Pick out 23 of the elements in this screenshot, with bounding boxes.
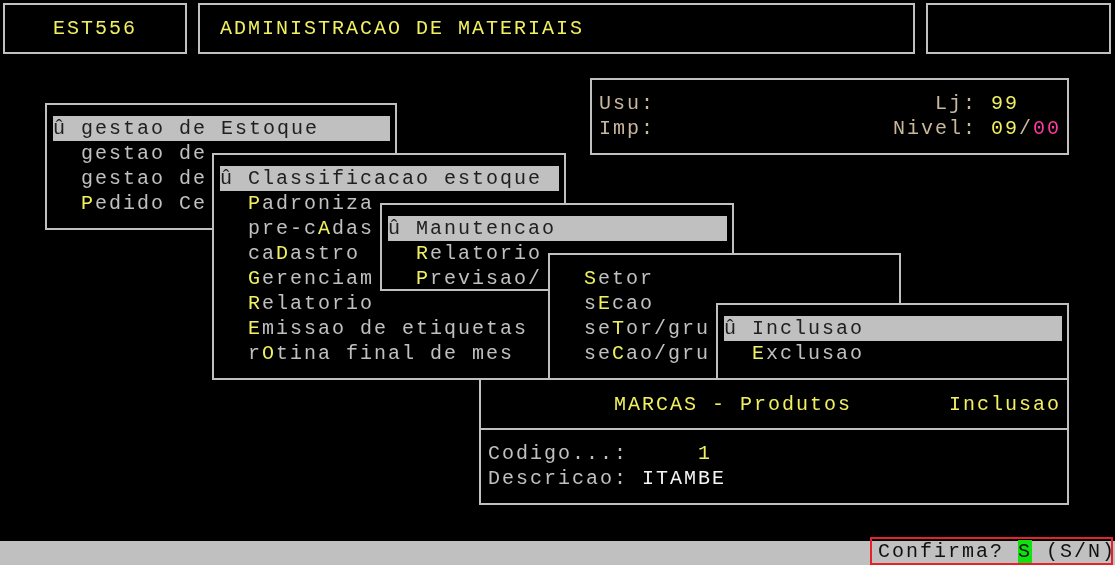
field-value: ITAMBE [642,466,727,491]
menu-item[interactable]: û gestao de Estoque [53,116,390,141]
answer-options: (S/N) [1046,539,1115,563]
field-label: Descricao: [488,466,629,491]
form-mode: Inclusao [949,392,1061,416]
menu-item[interactable]: û Inclusao [724,316,1062,341]
user-label: Usu: [599,91,655,116]
printer-label: Imp: [599,116,655,141]
menu-item[interactable]: û Manutencao [388,216,727,241]
store-value: 99 [990,91,1020,116]
field-value: 1 [697,441,713,466]
program-code: EST556 [53,17,137,40]
menu-item[interactable]: Exclusao [724,341,1062,366]
store-label: Lj: [934,91,977,116]
screen-title: ADMINISTRACAO DE MATERIAIS [220,17,585,40]
answer-field[interactable]: S [1018,539,1033,563]
level-label: Nivel: [892,116,977,141]
field-label: Codigo...: [488,441,629,466]
form-title: MARCAS - Produtos [614,392,853,416]
level-value: 09/00 [990,116,1061,141]
confirm-prompt: Confirma? [878,539,1005,563]
menu-item[interactable]: Setor [556,266,894,291]
menu-item[interactable]: û Classificacao estoque [220,166,559,191]
